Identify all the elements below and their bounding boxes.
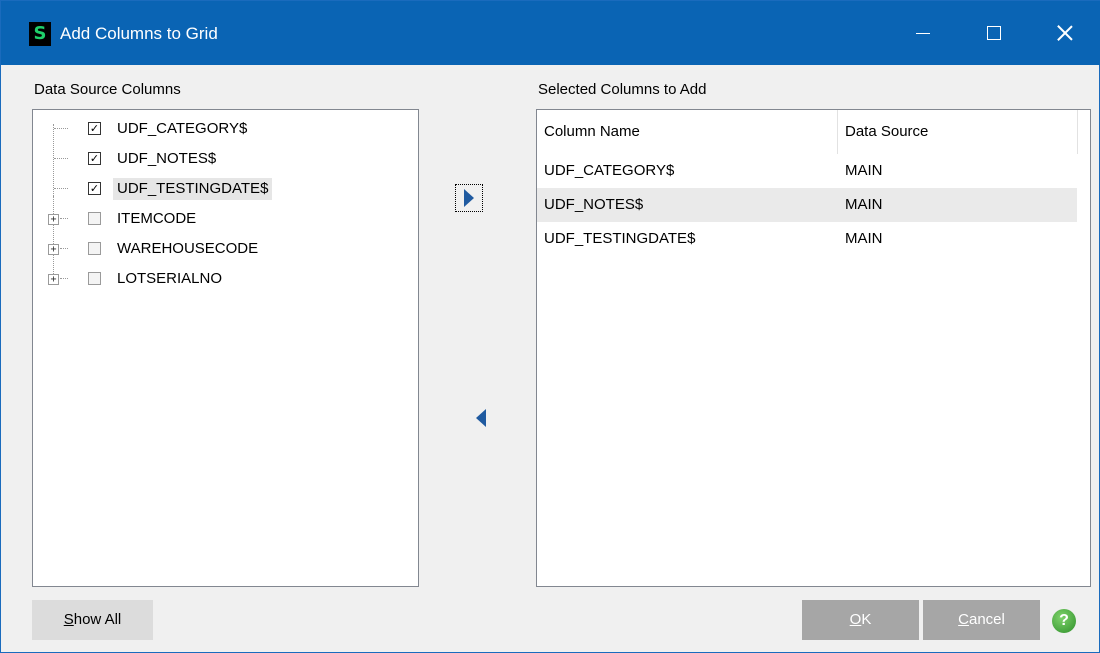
tree-item-label: LOTSERIALNO: [117, 270, 223, 287]
button-label: ancel: [968, 611, 1005, 628]
tree-item[interactable]: + LOTSERIALNO: [33, 264, 418, 294]
table-cell: MAIN: [845, 162, 883, 179]
button-label: how All: [73, 611, 122, 628]
grid-header: Column Name Data Source: [537, 110, 1078, 154]
table-cell: UDF_NOTES$: [544, 196, 644, 213]
item-checkbox[interactable]: ✓: [88, 122, 101, 135]
table-cell: UDF_TESTINGDATE$: [544, 230, 696, 247]
table-row[interactable]: UDF_NOTES$ MAIN: [537, 188, 1077, 222]
tree-item[interactable]: ✓ UDF_CATEGORY$: [33, 114, 418, 144]
cancel-button[interactable]: Cancel: [923, 600, 1040, 640]
expand-icon[interactable]: +: [48, 244, 59, 255]
table-cell: MAIN: [845, 230, 883, 247]
button-mnemonic: O: [849, 611, 862, 628]
arrow-left-icon: [476, 409, 486, 427]
item-checkbox[interactable]: [88, 272, 101, 285]
window-title: Add Columns to Grid: [60, 24, 218, 43]
tree-item[interactable]: + ITEMCODE: [33, 204, 418, 234]
data-source-columns-label: Data Source Columns: [34, 81, 181, 98]
close-button[interactable]: [1030, 1, 1100, 65]
selected-columns-label: Selected Columns to Add: [538, 81, 707, 98]
remove-column-button[interactable]: [467, 404, 495, 432]
title-bar[interactable]: S Add Columns to Grid: [1, 1, 1100, 65]
table-cell: UDF_CATEGORY$: [544, 162, 675, 179]
expand-icon[interactable]: +: [48, 274, 59, 285]
button-mnemonic: S: [63, 611, 74, 628]
add-column-button[interactable]: [455, 184, 483, 212]
ok-button[interactable]: OK: [802, 600, 919, 640]
tree-connector: [54, 128, 68, 129]
dialog-window: S Add Columns to Grid Data Source Column…: [0, 0, 1100, 653]
arrow-right-icon: [464, 189, 474, 207]
item-checkbox[interactable]: ✓: [88, 152, 101, 165]
tree-connector: [60, 248, 68, 249]
item-checkbox[interactable]: [88, 212, 101, 225]
tree-item-label: WAREHOUSECODE: [117, 240, 259, 257]
show-all-button[interactable]: Show All: [32, 600, 153, 640]
tree-connector: [54, 158, 68, 159]
data-source-tree[interactable]: ✓ UDF_CATEGORY$ ✓ UDF_NOTES$ ✓ UDF_TESTI…: [32, 109, 419, 587]
app-logo-icon: S: [29, 22, 51, 46]
tree-item[interactable]: ✓ UDF_NOTES$: [33, 144, 418, 174]
tree-item-label: UDF_CATEGORY$: [117, 120, 248, 137]
table-row[interactable]: UDF_CATEGORY$ MAIN: [537, 154, 1077, 188]
tree-connector: [54, 188, 68, 189]
table-row[interactable]: UDF_TESTINGDATE$ MAIN: [537, 222, 1077, 256]
help-icon[interactable]: ?: [1052, 609, 1076, 633]
column-header[interactable]: Column Name: [537, 110, 838, 154]
tree-connector: [60, 278, 68, 279]
minimize-icon: [916, 32, 930, 34]
tree-item[interactable]: + WAREHOUSECODE: [33, 234, 418, 264]
maximize-button[interactable]: [959, 1, 1029, 65]
tree-item-label: UDF_TESTINGDATE$: [113, 178, 273, 200]
maximize-icon: [987, 26, 1001, 40]
tree-connector: [60, 218, 68, 219]
item-checkbox[interactable]: [88, 242, 101, 255]
selected-columns-grid[interactable]: Column Name Data Source UDF_CATEGORY$ MA…: [536, 109, 1091, 587]
button-mnemonic: C: [958, 611, 969, 628]
tree-item-label: UDF_NOTES$: [117, 150, 217, 167]
table-cell: MAIN: [845, 196, 883, 213]
close-icon: [1057, 25, 1073, 41]
minimize-button[interactable]: [888, 1, 958, 65]
tree-item-label: ITEMCODE: [117, 210, 197, 227]
item-checkbox[interactable]: ✓: [88, 182, 101, 195]
expand-icon[interactable]: +: [48, 214, 59, 225]
column-header[interactable]: Data Source: [838, 110, 1078, 154]
button-label: K: [861, 611, 872, 628]
tree-item[interactable]: ✓ UDF_TESTINGDATE$: [33, 174, 418, 204]
